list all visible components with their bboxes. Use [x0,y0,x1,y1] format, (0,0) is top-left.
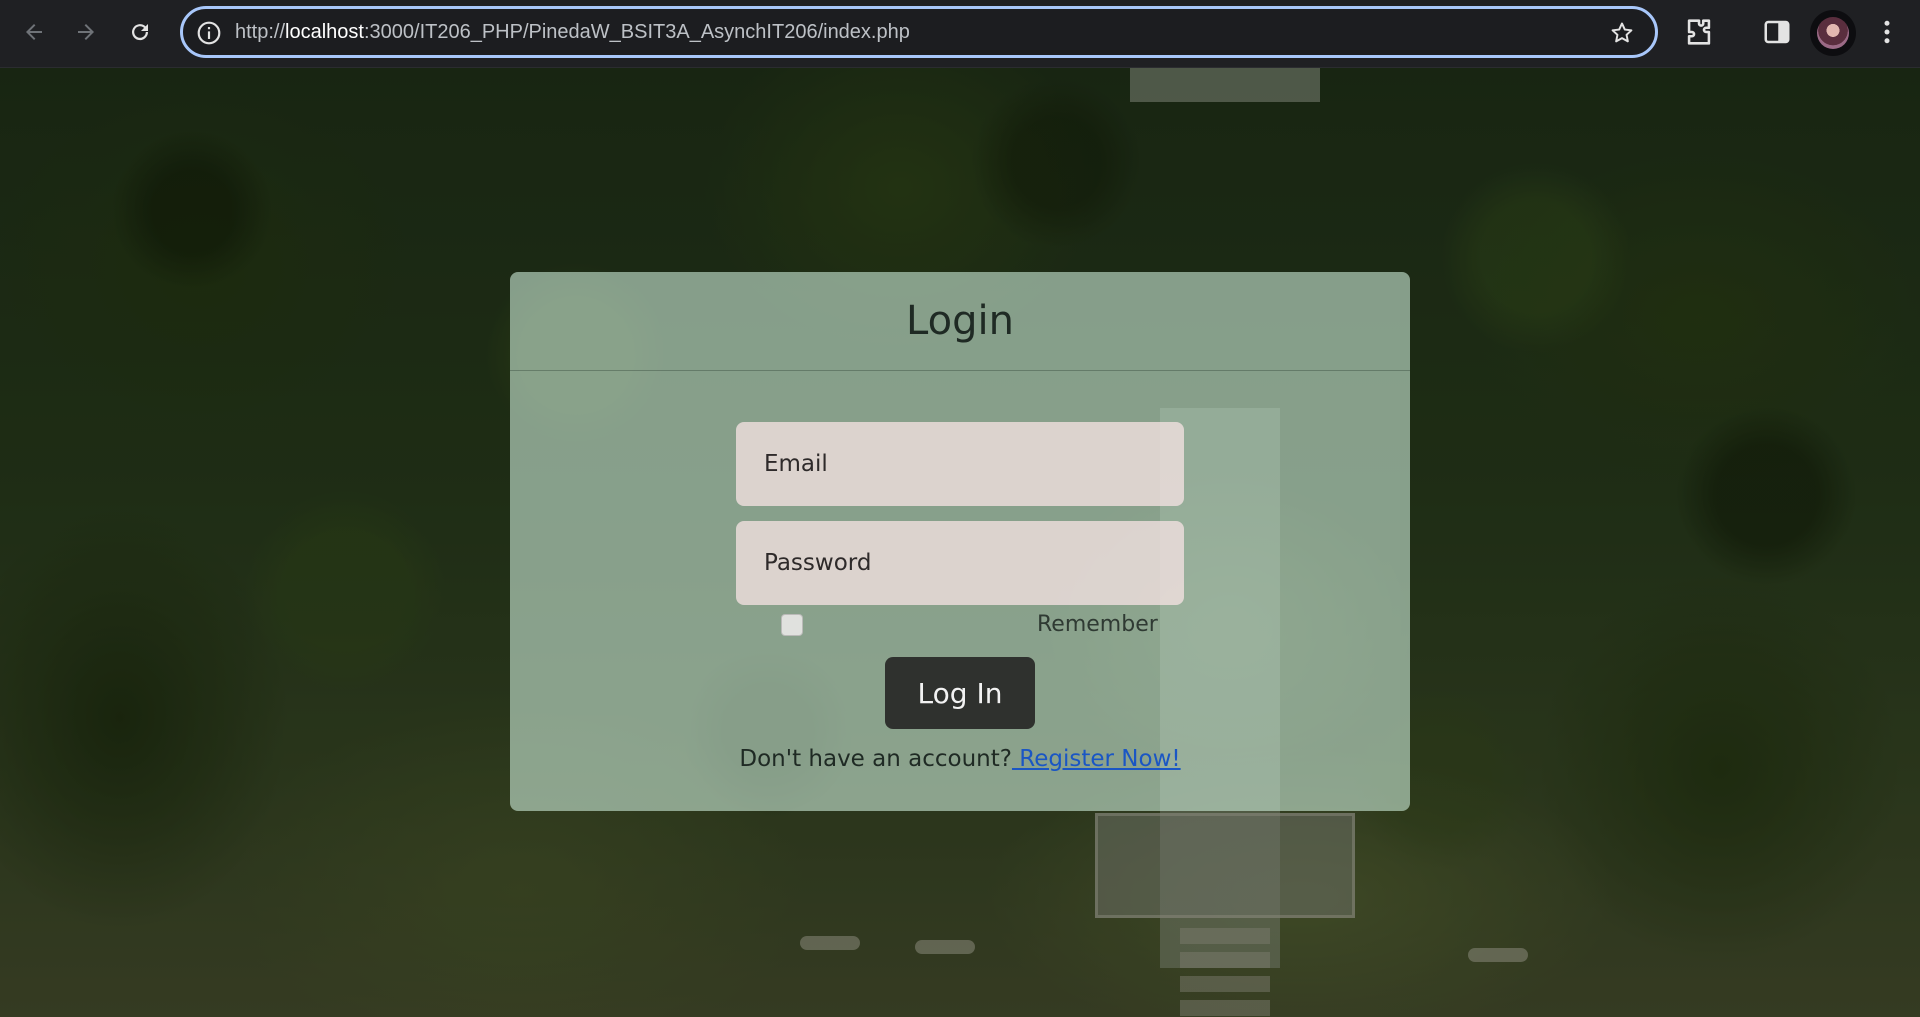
profile-picture [1817,17,1849,49]
url-scheme: http:// [235,21,286,43]
page-viewport: Login Remember Log In Don't have an acco… [0,68,1920,1017]
login-card: Login Remember Log In Don't have an acco… [510,272,1410,811]
url-path: :3000/IT206_PHP/PinedaW_BSIT3A_AsynchIT2… [363,21,910,43]
star-icon[interactable] [1609,20,1635,46]
login-button[interactable]: Log In [885,657,1035,729]
remember-checkbox[interactable] [781,614,803,636]
site-info-button[interactable] [194,18,224,48]
side-panel-icon[interactable] [1762,17,1792,47]
reload-button[interactable] [120,12,160,52]
browser-toolbar: http://localhost:3000/IT206_PHP/PinedaW_… [0,0,1920,68]
register-prompt-text: Don't have an account? [739,746,1012,772]
address-bar[interactable]: http://localhost:3000/IT206_PHP/PinedaW_… [180,6,1658,58]
forward-button[interactable] [66,12,106,52]
info-icon [197,21,221,45]
page-title: Login [906,298,1014,344]
avatar[interactable] [1810,10,1856,56]
arrow-right-icon [78,24,94,40]
arrow-left-icon [26,24,42,40]
url-host: localhost [285,21,364,43]
login-header: Login [510,272,1410,371]
kebab-menu-icon[interactable] [1872,14,1902,50]
remember-label: Remember [1037,612,1158,637]
register-prompt: Don't have an account? Register Now! [510,746,1410,772]
register-link[interactable]: Register Now! [1012,746,1180,772]
email-field[interactable] [736,422,1184,506]
reload-icon [132,24,149,41]
back-button[interactable] [14,12,54,52]
puzzle-icon[interactable] [1682,15,1716,49]
address-url[interactable]: http://localhost:3000/IT206_PHP/PinedaW_… [235,21,910,44]
password-field[interactable] [736,521,1184,605]
